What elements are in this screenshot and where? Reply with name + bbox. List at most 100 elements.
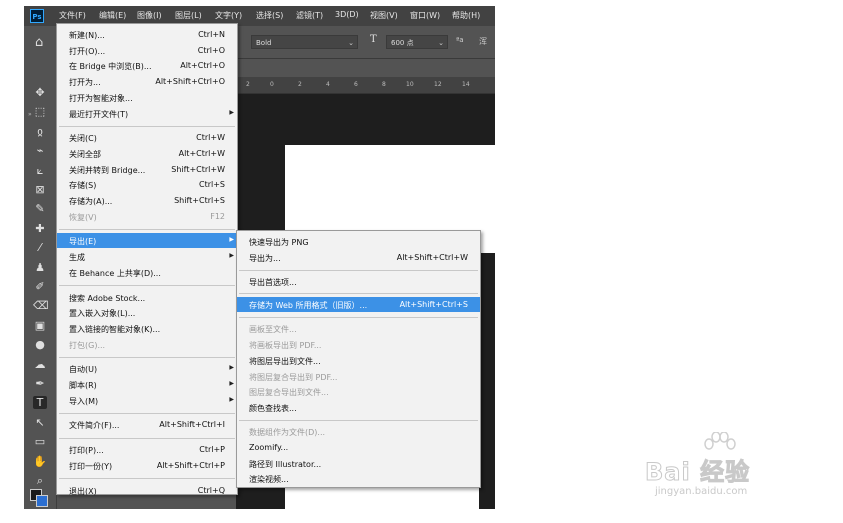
- quick-select-tool-icon[interactable]: ⌁: [33, 144, 47, 157]
- menu-item[interactable]: 关闭全部 Alt+Ctrl+W: [57, 146, 237, 161]
- menubar-item[interactable]: 窗口(W): [410, 10, 440, 21]
- type-tool-icon[interactable]: T: [33, 396, 47, 410]
- menu-item-label: 自动(U): [69, 365, 98, 375]
- menubar-item[interactable]: 选择(S): [256, 10, 283, 21]
- blur-tool-icon[interactable]: ●: [33, 338, 47, 351]
- menu-item[interactable]: 打开为... Alt+Shift+Ctrl+O: [57, 74, 237, 89]
- menu-item[interactable]: 关闭(C) Ctrl+W: [57, 130, 237, 145]
- menu-item-shortcut: Alt+Ctrl+O: [180, 61, 225, 71]
- frame-tool-icon[interactable]: ⊠: [33, 183, 47, 196]
- path-select-tool-icon[interactable]: ↖: [33, 416, 47, 429]
- eyedropper-tool-icon[interactable]: ✎: [33, 202, 47, 215]
- menu-item[interactable]: 文件简介(F)... Alt+Shift+Ctrl+I: [57, 417, 237, 432]
- menu-item[interactable]: 导出首选项...: [237, 274, 480, 289]
- menubar-item[interactable]: 帮助(H): [452, 10, 480, 21]
- anti-alias-value[interactable]: 浑: [479, 36, 487, 47]
- photoshop-logo: Ps: [30, 9, 44, 23]
- menu-item[interactable]: 将图层导出到文件...: [237, 353, 480, 368]
- menu-item[interactable]: 路径到 Illustrator...: [237, 456, 480, 471]
- menu-item-label: 存储(S): [69, 181, 97, 191]
- menu-item[interactable]: 置入嵌入对象(L)...: [57, 305, 237, 320]
- menu-separator: [239, 293, 478, 295]
- zoom-tool-icon[interactable]: ⌕: [33, 474, 47, 488]
- menu-item[interactable]: 渲染视频...: [237, 471, 480, 486]
- menu-item[interactable]: 打开(O)... Ctrl+O: [57, 43, 237, 58]
- menubar-item[interactable]: 文件(F): [59, 10, 86, 21]
- menu-item[interactable]: 打印(P)... Ctrl+P: [57, 442, 237, 457]
- menu-item[interactable]: 关闭并转到 Bridge... Shift+Ctrl+W: [57, 162, 237, 177]
- font-size-value: 600 点: [391, 39, 414, 47]
- menu-item-shortcut: Alt+Ctrl+W: [178, 148, 225, 158]
- brush-tool-icon[interactable]: ⁄: [33, 241, 47, 254]
- move-tool-icon[interactable]: ✥: [33, 86, 47, 99]
- menu-item-shortcut: Alt+Shift+Ctrl+P: [156, 460, 225, 470]
- font-size-dropdown[interactable]: 600 点 ⌄: [386, 35, 448, 49]
- menu-item[interactable]: 存储为(A)... Shift+Ctrl+S: [57, 193, 237, 208]
- menu-item[interactable]: 导入(M) ▶: [57, 393, 237, 408]
- menu-item-label: 搜索 Adobe Stock...: [69, 293, 146, 303]
- menu-item[interactable]: 存储(S) Ctrl+S: [57, 177, 237, 192]
- menu-item-label: 在 Bridge 中浏览(B)...: [69, 62, 152, 72]
- menubar-item[interactable]: 文字(Y): [215, 10, 242, 21]
- menu-item[interactable]: 自动(U) ▶: [57, 361, 237, 376]
- menu-separator: [59, 285, 235, 286]
- menu-item[interactable]: 存储为 Web 所用格式（旧版）... Alt+Shift+Ctrl+S: [237, 297, 480, 313]
- ruler-tick-label: 12: [434, 81, 442, 88]
- healing-tool-icon[interactable]: ✚: [33, 222, 47, 235]
- menu-item[interactable]: 在 Bridge 中浏览(B)... Alt+Ctrl+O: [57, 58, 237, 73]
- menu-item[interactable]: 生成 ▶: [57, 249, 237, 264]
- dodge-tool-icon[interactable]: ☁: [33, 358, 47, 371]
- background-color-swatch[interactable]: [36, 495, 48, 507]
- submenu-arrow-icon: ▶: [229, 380, 234, 387]
- history-brush-tool-icon[interactable]: ✐: [33, 280, 47, 293]
- panel-collapse-icon[interactable]: »: [28, 111, 32, 118]
- menu-item[interactable]: 置入链接的智能对象(K)...: [57, 321, 237, 336]
- marquee-tool-icon[interactable]: ⬚: [33, 105, 47, 118]
- menu-item[interactable]: 搜索 Adobe Stock...: [57, 290, 237, 305]
- gradient-tool-icon[interactable]: ▣: [33, 319, 47, 332]
- menu-item-label: 路径到 Illustrator...: [249, 459, 322, 469]
- menu-separator: [59, 437, 235, 439]
- menu-item-label: 置入嵌入对象(L)...: [69, 309, 136, 319]
- color-swatches[interactable]: [28, 487, 50, 507]
- lasso-tool-icon[interactable]: ჲ: [33, 125, 47, 138]
- menu-item: 数据组作为文件(D)...: [237, 424, 480, 439]
- menu-item-label: 打印(P)...: [69, 446, 104, 456]
- menu-item-label: 导出首选项...: [249, 277, 297, 287]
- file-menu: 新建(N)... Ctrl+N 打开(O)... Ctrl+O 在 Bridge 中浏览…: [56, 23, 238, 498]
- menu-item-label: 最近打开文件(T): [69, 109, 129, 119]
- menubar-item[interactable]: 图像(I): [137, 10, 162, 21]
- menu-item[interactable]: 最近打开文件(T) ▶: [57, 106, 237, 121]
- ruler-tick-label: 8: [382, 81, 386, 88]
- menubar-item[interactable]: 图层(L): [175, 10, 202, 21]
- eraser-tool-icon[interactable]: ⌫: [33, 299, 49, 312]
- menubar-item[interactable]: 滤镜(T): [296, 10, 323, 21]
- crop-tool-icon[interactable]: ⟀: [33, 164, 47, 178]
- stamp-tool-icon[interactable]: ♟: [33, 261, 47, 274]
- menu-separator: [239, 269, 478, 271]
- menu-item[interactable]: 退出(X) Ctrl+Q: [57, 483, 237, 498]
- menu-item[interactable]: 颜色查找表...: [237, 400, 480, 415]
- shape-tool-icon[interactable]: ▭: [33, 435, 47, 448]
- anti-alias-icon[interactable]: ªa: [456, 36, 464, 44]
- menu-item-label: 将画板导出到 PDF...: [249, 341, 322, 350]
- menubar-item[interactable]: 3D(D): [335, 10, 359, 19]
- menu-item-label: 文件简介(F)...: [69, 421, 120, 431]
- menu-item[interactable]: 导出为... Alt+Shift+Ctrl+W: [237, 250, 480, 265]
- font-style-dropdown[interactable]: Bold ⌄: [251, 35, 358, 49]
- menu-item[interactable]: 打开为智能对象...: [57, 90, 237, 105]
- menu-item[interactable]: 打印一份(Y) Alt+Shift+Ctrl+P: [57, 458, 237, 473]
- menu-item[interactable]: 新建(N)... Ctrl+N: [57, 27, 237, 42]
- menu-item[interactable]: 脚本(R) ▶: [57, 377, 237, 392]
- menubar-item[interactable]: 视图(V): [370, 10, 398, 21]
- menubar-item[interactable]: 编辑(E): [99, 10, 126, 21]
- menu-item[interactable]: 快速导出为 PNG: [237, 234, 480, 249]
- menu-item-shortcut: Ctrl+Q: [197, 485, 225, 495]
- hand-tool-icon[interactable]: ✋: [33, 455, 47, 468]
- menu-item[interactable]: 导出(E) ▶: [57, 233, 237, 249]
- menu-item[interactable]: 在 Behance 上共享(D)...: [57, 265, 237, 280]
- pen-tool-icon[interactable]: ✒: [33, 377, 47, 390]
- home-icon[interactable]: ⌂: [35, 35, 43, 50]
- menu-item[interactable]: Zoomify...: [237, 440, 480, 455]
- document-dark-region: [479, 253, 495, 509]
